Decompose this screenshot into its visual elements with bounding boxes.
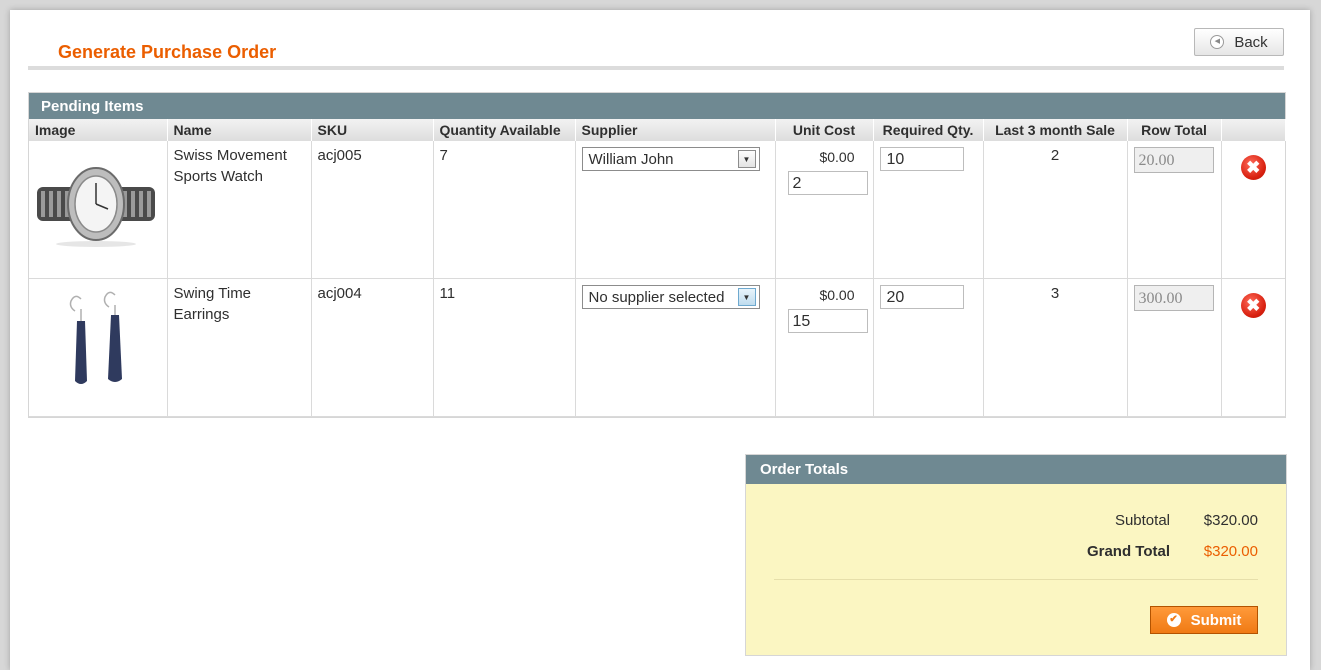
subtotal-label: Subtotal: [1114, 512, 1170, 529]
product-name-line1: Swing Time: [173, 285, 252, 302]
last-3-month-sale-cell: 2: [983, 141, 1128, 279]
column-header-unit-cost[interactable]: Unit Cost: [775, 119, 874, 141]
product-name-line2: Earrings: [173, 306, 230, 323]
column-header-sku[interactable]: SKU: [311, 119, 434, 141]
column-header-actions: [1221, 119, 1286, 141]
check-icon: ✔: [1166, 613, 1181, 627]
image-cell: [29, 278, 168, 417]
subtotal-value: $320.00: [1203, 512, 1258, 529]
supplier-cell: William John ▼: [575, 141, 776, 279]
back-arrow-icon: ◀: [1210, 35, 1225, 49]
pending-items-grid: Pending Items Image Name SKU Quantity Av…: [28, 92, 1286, 418]
unit-cost-label: $0.00: [819, 287, 855, 303]
last-3-month-sale-cell: 3: [983, 278, 1128, 417]
name-cell: Swiss Movement Sports Watch: [167, 141, 312, 279]
table-row: Swing Time Earrings acj004 11 No supplie…: [29, 278, 1285, 417]
image-cell: [29, 141, 168, 279]
table-row: Swiss Movement Sports Watch acj005 7 Wil…: [29, 141, 1285, 279]
sku-cell: acj005: [311, 141, 434, 279]
product-name-line2: Sports Watch: [173, 168, 263, 185]
submit-button-label: Submit: [1190, 611, 1242, 629]
product-name-line1: Swiss Movement: [173, 147, 287, 164]
column-header-image[interactable]: Image: [29, 119, 168, 141]
required-qty-cell: 20: [873, 278, 984, 417]
unit-cost-label: $0.00: [819, 149, 855, 165]
column-header-required-qty[interactable]: Required Qty.: [873, 119, 984, 141]
row-total-field: 300.00: [1133, 285, 1214, 311]
required-qty-cell: 10: [873, 141, 984, 279]
qty-available-cell: 7: [433, 141, 576, 279]
earrings-image: [35, 285, 157, 389]
chevron-down-icon: ▼: [737, 288, 756, 306]
supplier-select-value: William John: [588, 150, 674, 168]
sku-cell: acj004: [311, 278, 434, 417]
back-button-label: Back: [1234, 33, 1268, 51]
row-total-cell: 300.00: [1127, 278, 1222, 417]
order-totals-title: Order Totals: [746, 455, 1286, 484]
page: Generate Purchase Order ◀ Back Pending I…: [10, 10, 1310, 670]
actions-cell: ✖: [1221, 141, 1285, 279]
pending-items-table: Image Name SKU Quantity Available Suppli…: [29, 119, 1286, 417]
row-total-cell: 20.00: [1127, 141, 1222, 279]
order-totals-box: Order Totals Subtotal $320.00 Grand Total…: [745, 454, 1287, 656]
page-title: Generate Purchase Order: [58, 42, 277, 62]
delete-row-icon[interactable]: ✖: [1240, 155, 1266, 180]
supplier-select[interactable]: William John ▼: [581, 147, 760, 171]
supplier-select-value: No supplier selected: [588, 288, 725, 306]
column-header-supplier[interactable]: Supplier: [575, 119, 776, 141]
grand-total-value: $320.00: [1203, 543, 1258, 560]
page-header: Generate Purchase Order ◀ Back: [28, 28, 1284, 70]
row-total-field: 20.00: [1133, 147, 1214, 173]
back-button[interactable]: ◀ Back: [1194, 28, 1284, 56]
unit-cost-input[interactable]: 15: [787, 309, 868, 333]
required-qty-input[interactable]: 20: [879, 285, 964, 309]
column-header-last-3-month-sale[interactable]: Last 3 month Sale: [983, 119, 1128, 141]
actions-cell: ✖: [1221, 278, 1285, 417]
totals-divider: [774, 579, 1258, 580]
unit-cost-cell: $0.00 2: [775, 141, 874, 279]
column-header-row-total[interactable]: Row Total: [1127, 119, 1222, 141]
grand-total-label: Grand Total: [1086, 543, 1170, 560]
watch-image: [35, 147, 157, 251]
column-header-qty-available[interactable]: Quantity Available: [433, 119, 576, 141]
grand-total-row: Grand Total $320.00: [1087, 543, 1258, 560]
name-cell: Swing Time Earrings: [167, 278, 312, 417]
unit-cost-cell: $0.00 15: [775, 278, 874, 417]
unit-cost-input[interactable]: 2: [787, 171, 868, 195]
chevron-down-icon: ▼: [737, 150, 756, 168]
supplier-select[interactable]: No supplier selected ▼: [581, 285, 760, 309]
column-header-name[interactable]: Name: [167, 119, 312, 141]
submit-button[interactable]: ✔ Submit: [1150, 606, 1258, 634]
required-qty-input[interactable]: 10: [879, 147, 964, 171]
qty-available-cell: 11: [433, 278, 576, 417]
delete-row-icon[interactable]: ✖: [1240, 293, 1266, 318]
pending-items-title: Pending Items: [29, 93, 1285, 119]
table-header-row: Image Name SKU Quantity Available Suppli…: [29, 119, 1286, 141]
subtotal-row: Subtotal $320.00: [1115, 512, 1258, 529]
supplier-cell: No supplier selected ▼: [575, 278, 776, 417]
